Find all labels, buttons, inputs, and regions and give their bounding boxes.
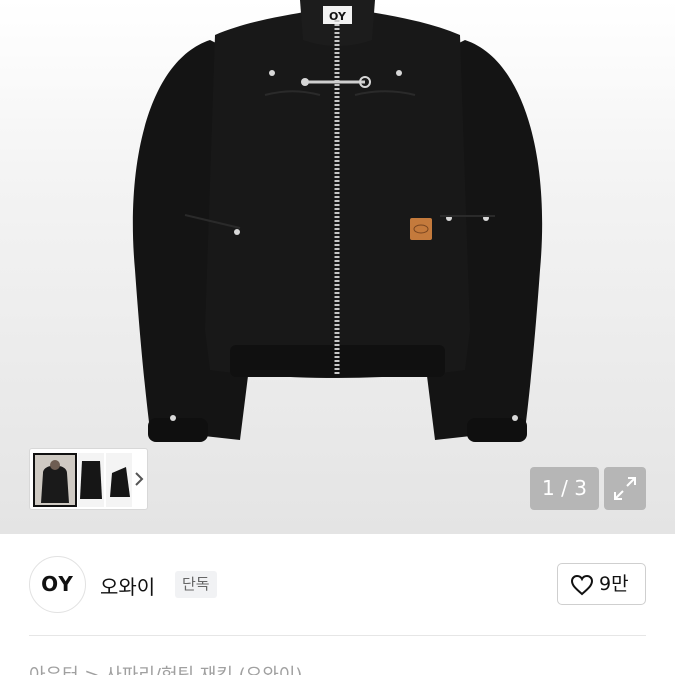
like-count: 9만 — [599, 573, 629, 595]
divider — [29, 635, 646, 636]
expand-button[interactable] — [604, 467, 646, 510]
chevron-right-icon[interactable] — [132, 465, 146, 493]
thumbnail-1[interactable] — [33, 453, 77, 507]
image-counter: 1 / 3 — [530, 467, 599, 510]
breadcrumb[interactable]: 아우터 > 사파리/헌팅 재킷 (오와이) — [29, 661, 302, 675]
thumbnail-3[interactable] — [106, 453, 132, 507]
brand-name[interactable]: 오와이 — [100, 571, 155, 600]
brand-row: OY 오와이 단독 9만 — [0, 534, 675, 634]
product-image-viewer[interactable]: OY 1 / 3 — [0, 0, 675, 534]
heart-outline-icon — [570, 574, 594, 596]
brand-logo[interactable]: OY — [29, 556, 86, 613]
thumbnail-strip[interactable] — [29, 448, 148, 510]
exclusive-badge: 단독 — [175, 571, 217, 598]
expand-icon — [614, 477, 636, 500]
like-button[interactable]: 9만 — [557, 563, 646, 605]
thumbnail-2[interactable] — [78, 453, 104, 507]
